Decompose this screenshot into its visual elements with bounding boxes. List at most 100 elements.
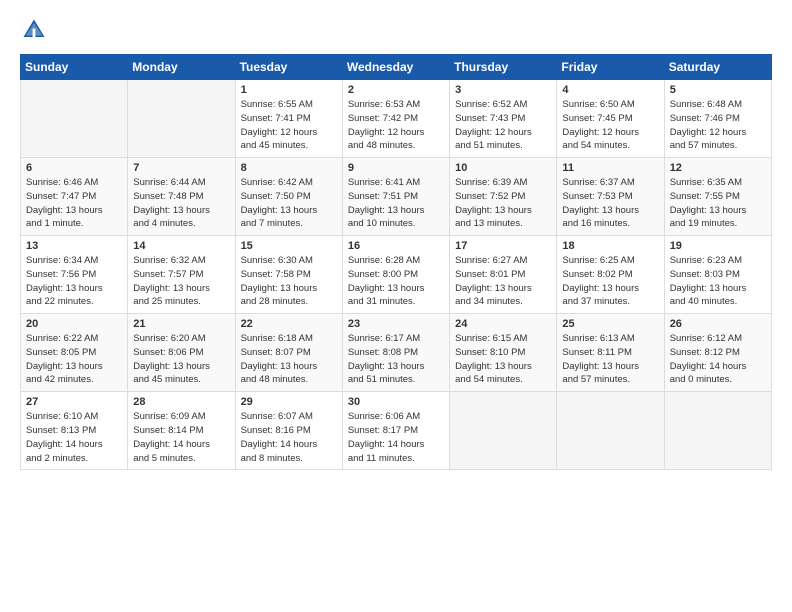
- day-number: 6: [26, 162, 122, 174]
- day-detail: Sunrise: 6:39 AM Sunset: 7:52 PM Dayligh…: [455, 176, 551, 231]
- day-number: 8: [241, 162, 337, 174]
- day-number: 13: [26, 240, 122, 252]
- page: SundayMondayTuesdayWednesdayThursdayFrid…: [0, 0, 792, 612]
- day-number: 25: [562, 318, 658, 330]
- calendar-day-cell: 15 Sunrise: 6:30 AM Sunset: 7:58 PM Dayli…: [235, 236, 342, 314]
- day-number: 24: [455, 318, 551, 330]
- day-number: 12: [670, 162, 766, 174]
- calendar-day-cell: 22Sunrise: 6:18 AM Sunset: 8:07 PM Dayli…: [235, 314, 342, 392]
- day-detail: Sunrise: 6:52 AM Sunset: 7:43 PM Dayligh…: [455, 98, 551, 153]
- day-detail: Sunrise: 6:55 AM Sunset: 7:41 PM Dayligh…: [241, 98, 337, 153]
- header: [20, 16, 772, 44]
- calendar-day-cell: 20 Sunrise: 6:22 AM Sunset: 8:05 PM Dayli…: [21, 314, 128, 392]
- day-detail: Sunrise: 6:32 AM Sunset: 7:57 PM Dayligh…: [133, 254, 229, 309]
- calendar-week-row: 20 Sunrise: 6:22 AM Sunset: 8:05 PM Dayli…: [21, 314, 772, 392]
- calendar-day-cell: 13 Sunrise: 6:34 AM Sunset: 7:56 PM Dayli…: [21, 236, 128, 314]
- calendar-day-cell: 11 Sunrise: 6:37 AM Sunset: 7:53 PM Dayli…: [557, 158, 664, 236]
- day-number: 15: [241, 240, 337, 252]
- day-detail: Sunrise: 6:28 AM Sunset: 8:00 PM Dayligh…: [348, 254, 444, 309]
- day-detail: Sunrise: 6:23 AM Sunset: 8:03 PM Dayligh…: [670, 254, 766, 309]
- day-detail: Sunrise: 6:22 AM Sunset: 8:05 PM Dayligh…: [26, 332, 122, 387]
- calendar-day-cell: 4 Sunrise: 6:50 AM Sunset: 7:45 PM Daylig…: [557, 80, 664, 158]
- calendar-day-header: Tuesday: [235, 55, 342, 80]
- day-number: 9: [348, 162, 444, 174]
- day-number: 26: [670, 318, 766, 330]
- calendar-week-row: 1 Sunrise: 6:55 AM Sunset: 7:41 PM Daylig…: [21, 80, 772, 158]
- calendar-day-cell: 30 Sunrise: 6:06 AM Sunset: 8:17 PM Dayli…: [342, 392, 449, 470]
- calendar-day-header: Wednesday: [342, 55, 449, 80]
- calendar-day-cell: 9 Sunrise: 6:41 AM Sunset: 7:51 PM Daylig…: [342, 158, 449, 236]
- calendar: SundayMondayTuesdayWednesdayThursdayFrid…: [20, 54, 772, 470]
- day-detail: Sunrise: 6:25 AM Sunset: 8:02 PM Dayligh…: [562, 254, 658, 309]
- calendar-day-cell: 8 Sunrise: 6:42 AM Sunset: 7:50 PM Daylig…: [235, 158, 342, 236]
- day-detail: Sunrise: 6:27 AM Sunset: 8:01 PM Dayligh…: [455, 254, 551, 309]
- calendar-day-cell: 21 Sunrise: 6:20 AM Sunset: 8:06 PM Dayli…: [128, 314, 235, 392]
- calendar-day-cell: 23 Sunrise: 6:17 AM Sunset: 8:08 PM Dayli…: [342, 314, 449, 392]
- calendar-day-cell: [21, 80, 128, 158]
- day-number: 16: [348, 240, 444, 252]
- day-detail: Sunrise: 6:30 AM Sunset: 7:58 PM Dayligh…: [241, 254, 337, 309]
- day-number: 11: [562, 162, 658, 174]
- day-number: 3: [455, 84, 551, 96]
- day-detail: Sunrise: 6:18 AM Sunset: 8:07 PM Dayligh…: [241, 332, 337, 387]
- calendar-day-header: Saturday: [664, 55, 771, 80]
- day-number: 5: [670, 84, 766, 96]
- day-number: 21: [133, 318, 229, 330]
- day-detail: Sunrise: 6:37 AM Sunset: 7:53 PM Dayligh…: [562, 176, 658, 231]
- calendar-day-cell: [450, 392, 557, 470]
- day-detail: Sunrise: 6:09 AM Sunset: 8:14 PM Dayligh…: [133, 410, 229, 465]
- calendar-day-cell: 19 Sunrise: 6:23 AM Sunset: 8:03 PM Dayli…: [664, 236, 771, 314]
- day-number: 30: [348, 396, 444, 408]
- calendar-day-cell: 12 Sunrise: 6:35 AM Sunset: 7:55 PM Dayli…: [664, 158, 771, 236]
- logo: [20, 16, 52, 44]
- calendar-week-row: 27Sunrise: 6:10 AM Sunset: 8:13 PM Dayli…: [21, 392, 772, 470]
- day-detail: Sunrise: 6:41 AM Sunset: 7:51 PM Dayligh…: [348, 176, 444, 231]
- day-number: 20: [26, 318, 122, 330]
- calendar-day-cell: [128, 80, 235, 158]
- day-number: 18: [562, 240, 658, 252]
- day-detail: Sunrise: 6:50 AM Sunset: 7:45 PM Dayligh…: [562, 98, 658, 153]
- day-detail: Sunrise: 6:17 AM Sunset: 8:08 PM Dayligh…: [348, 332, 444, 387]
- day-number: 28: [133, 396, 229, 408]
- calendar-day-cell: 6Sunrise: 6:46 AM Sunset: 7:47 PM Daylig…: [21, 158, 128, 236]
- calendar-header-row: SundayMondayTuesdayWednesdayThursdayFrid…: [21, 55, 772, 80]
- calendar-day-cell: 14 Sunrise: 6:32 AM Sunset: 7:57 PM Dayli…: [128, 236, 235, 314]
- calendar-day-cell: 2Sunrise: 6:53 AM Sunset: 7:42 PM Daylig…: [342, 80, 449, 158]
- calendar-day-cell: 5 Sunrise: 6:48 AM Sunset: 7:46 PM Daylig…: [664, 80, 771, 158]
- day-detail: Sunrise: 6:34 AM Sunset: 7:56 PM Dayligh…: [26, 254, 122, 309]
- calendar-day-cell: 17Sunrise: 6:27 AM Sunset: 8:01 PM Dayli…: [450, 236, 557, 314]
- day-number: 4: [562, 84, 658, 96]
- calendar-day-cell: [664, 392, 771, 470]
- day-number: 29: [241, 396, 337, 408]
- day-detail: Sunrise: 6:13 AM Sunset: 8:11 PM Dayligh…: [562, 332, 658, 387]
- calendar-day-cell: 1 Sunrise: 6:55 AM Sunset: 7:41 PM Daylig…: [235, 80, 342, 158]
- day-detail: Sunrise: 6:12 AM Sunset: 8:12 PM Dayligh…: [670, 332, 766, 387]
- day-number: 19: [670, 240, 766, 252]
- calendar-day-header: Sunday: [21, 55, 128, 80]
- calendar-day-cell: 25 Sunrise: 6:13 AM Sunset: 8:11 PM Dayli…: [557, 314, 664, 392]
- day-detail: Sunrise: 6:06 AM Sunset: 8:17 PM Dayligh…: [348, 410, 444, 465]
- day-number: 10: [455, 162, 551, 174]
- day-detail: Sunrise: 6:07 AM Sunset: 8:16 PM Dayligh…: [241, 410, 337, 465]
- calendar-day-cell: 29 Sunrise: 6:07 AM Sunset: 8:16 PM Dayli…: [235, 392, 342, 470]
- calendar-day-cell: 24 Sunrise: 6:15 AM Sunset: 8:10 PM Dayli…: [450, 314, 557, 392]
- calendar-week-row: 13 Sunrise: 6:34 AM Sunset: 7:56 PM Dayli…: [21, 236, 772, 314]
- day-detail: Sunrise: 6:15 AM Sunset: 8:10 PM Dayligh…: [455, 332, 551, 387]
- day-number: 2: [348, 84, 444, 96]
- calendar-day-cell: 7Sunrise: 6:44 AM Sunset: 7:48 PM Daylig…: [128, 158, 235, 236]
- day-number: 1: [241, 84, 337, 96]
- calendar-day-cell: 16 Sunrise: 6:28 AM Sunset: 8:00 PM Dayli…: [342, 236, 449, 314]
- calendar-week-row: 6Sunrise: 6:46 AM Sunset: 7:47 PM Daylig…: [21, 158, 772, 236]
- calendar-day-header: Monday: [128, 55, 235, 80]
- day-detail: Sunrise: 6:42 AM Sunset: 7:50 PM Dayligh…: [241, 176, 337, 231]
- day-number: 14: [133, 240, 229, 252]
- calendar-day-cell: 26 Sunrise: 6:12 AM Sunset: 8:12 PM Dayli…: [664, 314, 771, 392]
- calendar-day-cell: 28 Sunrise: 6:09 AM Sunset: 8:14 PM Dayli…: [128, 392, 235, 470]
- day-detail: Sunrise: 6:35 AM Sunset: 7:55 PM Dayligh…: [670, 176, 766, 231]
- day-detail: Sunrise: 6:20 AM Sunset: 8:06 PM Dayligh…: [133, 332, 229, 387]
- calendar-day-cell: 27Sunrise: 6:10 AM Sunset: 8:13 PM Dayli…: [21, 392, 128, 470]
- day-number: 23: [348, 318, 444, 330]
- day-detail: Sunrise: 6:48 AM Sunset: 7:46 PM Dayligh…: [670, 98, 766, 153]
- calendar-day-header: Thursday: [450, 55, 557, 80]
- logo-icon: [20, 16, 48, 44]
